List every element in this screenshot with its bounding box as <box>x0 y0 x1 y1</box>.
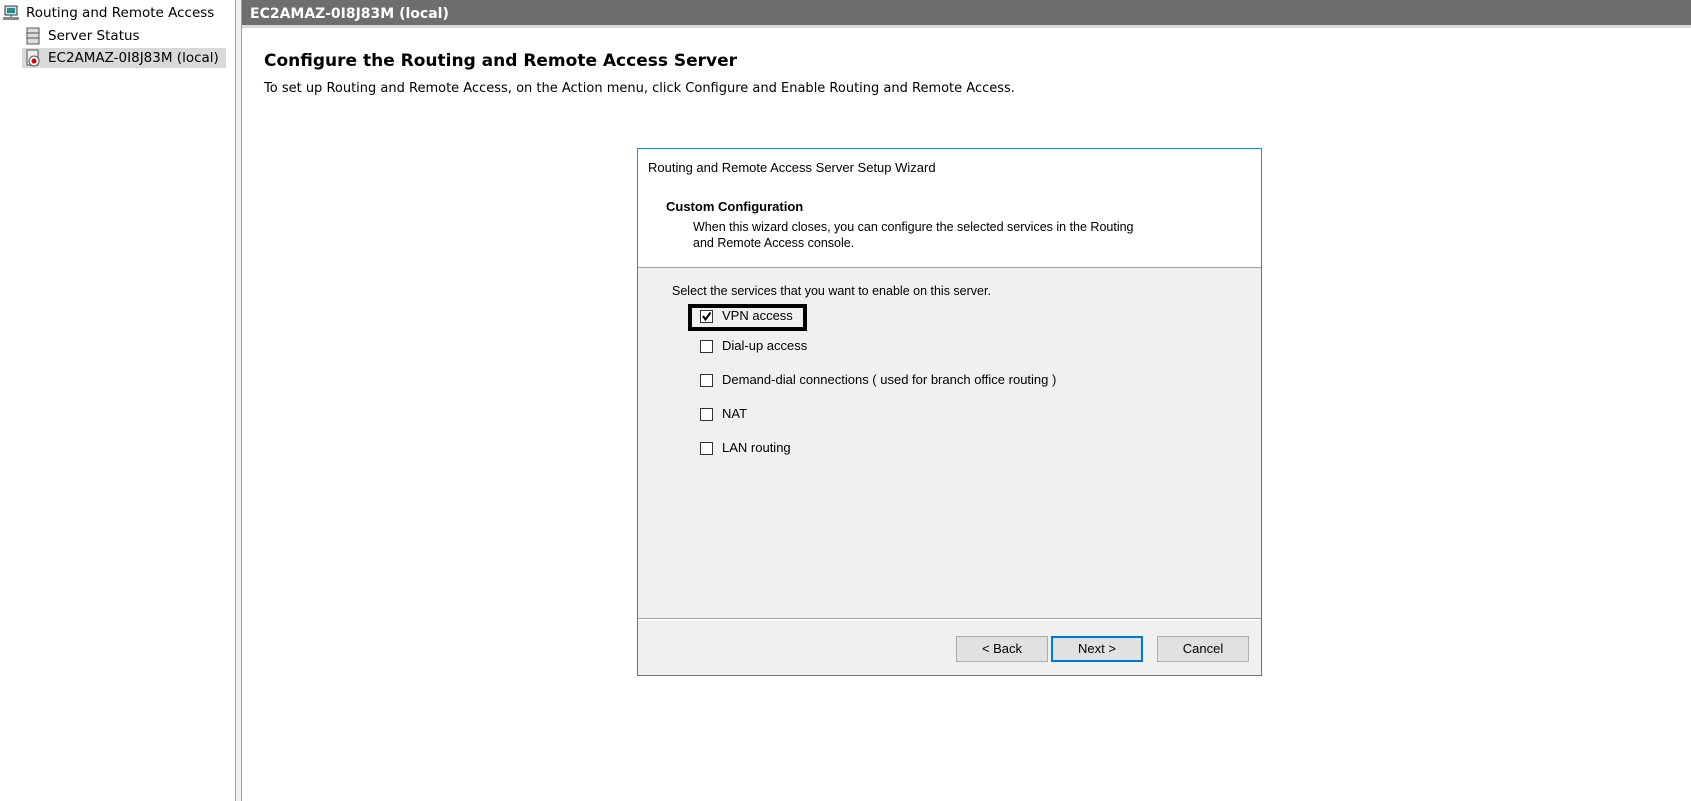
pane-splitter[interactable] <box>235 0 242 801</box>
dialup-access-checkbox[interactable] <box>700 340 713 353</box>
tree-item-routing-root[interactable]: Routing and Remote Access <box>2 3 214 23</box>
result-pane-header: EC2AMAZ-0I8J83M (local) <box>242 0 1691 28</box>
lan-routing-checkbox[interactable] <box>700 442 713 455</box>
server-status-icon <box>24 27 42 45</box>
footer-divider <box>638 618 1261 620</box>
server-stopped-icon <box>24 49 42 67</box>
highlight-annotation-box <box>688 304 807 331</box>
wizard-title: Routing and Remote Access Server Setup W… <box>648 160 936 175</box>
demand-dial-checkbox[interactable] <box>700 374 713 387</box>
page-instructions: To set up Routing and Remote Access, on … <box>264 81 1015 96</box>
console-tree: Routing and Remote Access Server Status … <box>0 0 235 801</box>
next-button[interactable]: Next > <box>1051 636 1143 662</box>
nat-label[interactable]: NAT <box>722 406 747 421</box>
wizard-section-title: Custom Configuration <box>666 199 804 214</box>
back-button[interactable]: < Back <box>956 636 1048 662</box>
lan-routing-label[interactable]: LAN routing <box>722 440 791 455</box>
nat-checkbox[interactable] <box>700 408 713 421</box>
wizard-header: Routing and Remote Access Server Setup W… <box>638 149 1261 268</box>
tree-item-local-server[interactable]: EC2AMAZ-0I8J83M (local) <box>22 48 226 68</box>
routing-computer-icon <box>2 4 20 22</box>
dialup-access-label[interactable]: Dial-up access <box>722 338 807 353</box>
demand-dial-label[interactable]: Demand-dial connections ( used for branc… <box>722 372 1056 387</box>
cancel-button[interactable]: Cancel <box>1157 636 1249 662</box>
page-title: Configure the Routing and Remote Access … <box>264 51 738 71</box>
wizard-description-line2: and Remote Access console. <box>693 236 855 250</box>
wizard-description-line1: When this wizard closes, you can configu… <box>693 220 1134 234</box>
services-prompt: Select the services that you want to ena… <box>672 284 991 298</box>
tree-root-label: Routing and Remote Access <box>26 5 215 21</box>
tree-item-label: EC2AMAZ-0I8J83M (local) <box>48 50 219 66</box>
tree-item-server-status[interactable]: Server Status <box>24 26 140 46</box>
tree-item-label: Server Status <box>48 28 140 44</box>
setup-wizard-dialog: Routing and Remote Access Server Setup W… <box>637 148 1262 676</box>
